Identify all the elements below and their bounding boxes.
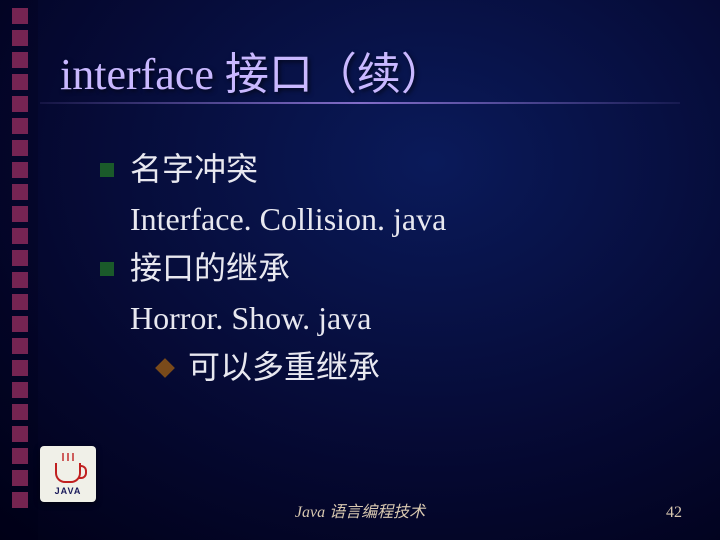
steam-icon: [60, 453, 76, 461]
strip-square-icon: [12, 250, 28, 266]
page-number: 42: [666, 504, 682, 522]
strip-square-icon: [12, 404, 28, 420]
bullet-heading: 名字冲突: [130, 145, 258, 195]
strip-square-icon: [12, 118, 28, 134]
strip-square-icon: [12, 316, 28, 332]
bullet-item: 名字冲突: [100, 145, 446, 195]
decorative-left-strip: [0, 0, 38, 540]
strip-square-icon: [12, 8, 28, 24]
coffee-cup-icon: [55, 463, 81, 483]
strip-square-icon: [12, 426, 28, 442]
strip-square-icon: [12, 294, 28, 310]
strip-square-icon: [12, 272, 28, 288]
strip-square-icon: [12, 30, 28, 46]
strip-square-icon: [12, 206, 28, 222]
sub-bullet-item: 可以多重继承: [158, 343, 446, 393]
strip-square-icon: [12, 448, 28, 464]
footer-text: Java 语言编程技术: [0, 498, 720, 522]
bullet-body: Horror. Show. java: [130, 294, 446, 344]
strip-square-icon: [12, 96, 28, 112]
strip-square-icon: [12, 228, 28, 244]
bullet-body: Interface. Collision. java: [130, 195, 446, 245]
strip-square-icon: [12, 74, 28, 90]
strip-square-icon: [12, 184, 28, 200]
diamond-bullet-icon: [155, 358, 175, 378]
strip-square-icon: [12, 140, 28, 156]
strip-square-icon: [12, 338, 28, 354]
slide-content: 名字冲突 Interface. Collision. java 接口的继承 Ho…: [100, 145, 446, 393]
logo-text: JAVA: [55, 486, 82, 496]
java-logo: JAVA: [40, 446, 96, 502]
strip-square-icon: [12, 52, 28, 68]
sub-bullet-text: 可以多重继承: [188, 343, 380, 393]
title-underline: [40, 102, 680, 104]
square-bullet-icon: [100, 262, 114, 276]
bullet-heading: 接口的继承: [130, 244, 290, 294]
strip-square-icon: [12, 470, 28, 486]
strip-square-icon: [12, 162, 28, 178]
square-bullet-icon: [100, 163, 114, 177]
strip-square-icon: [12, 360, 28, 376]
slide-title: interface 接口（续）: [60, 38, 445, 102]
bullet-item: 接口的继承: [100, 244, 446, 294]
strip-square-icon: [12, 382, 28, 398]
